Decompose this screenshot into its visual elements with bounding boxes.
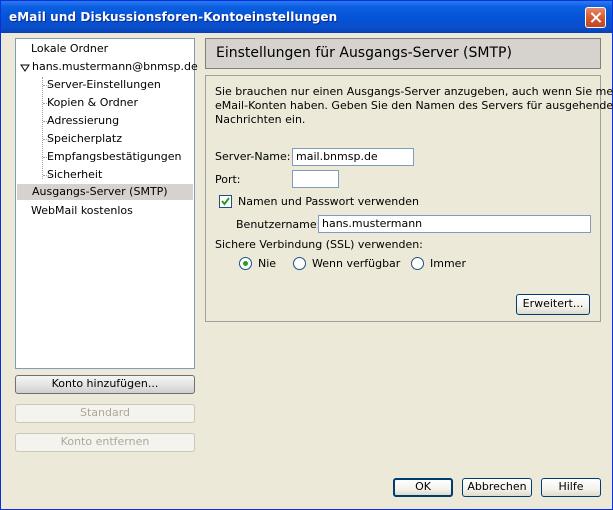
ssl-never-radio[interactable] [239,257,252,270]
smtp-settings-panel: Sie brauchen nur einen Ausgangs-Server a… [205,75,613,322]
advanced-button[interactable]: Erweitert... [516,294,590,315]
tree-item-server-settings[interactable]: Server-Einstellungen [47,77,161,93]
tree-item-disk-space[interactable]: Speicherplatz [47,131,122,147]
window-title: eMail und Diskussionsforen-Kontoeinstell… [9,10,338,24]
port-label: Port: [215,173,241,186]
ssl-always-label[interactable]: Immer [430,257,466,270]
tree-item-account[interactable]: hans.mustermann@bnmsp.de [32,59,198,75]
tree-item-local-folders[interactable]: Lokale Ordner [31,41,108,57]
account-tree[interactable]: Lokale Ordner hans.mustermann@bnmsp.de S… [15,38,198,369]
tree-item-copies-folders[interactable]: Kopien & Ordner [47,95,138,111]
checkmark-icon [221,197,230,206]
username-input[interactable]: hans.mustermann [318,215,591,233]
ok-button[interactable]: OK [393,478,453,497]
description-text: Nachrichten ein. [215,113,306,126]
tree-item-outgoing-server[interactable]: Ausgangs-Server (SMTP) [17,184,193,200]
cancel-button[interactable]: Abbrechen [462,478,532,497]
title-bar[interactable]: eMail und Diskussionsforen-Kontoeinstell… [1,1,612,33]
ssl-if-available-label[interactable]: Wenn verfügbar [312,257,400,270]
tree-item-security[interactable]: Sicherheit [47,167,102,183]
tree-connector [42,77,43,179]
remove-account-button[interactable]: Konto entfernen [15,433,195,452]
use-auth-checkbox[interactable] [219,195,232,208]
port-input[interactable] [292,170,339,188]
tree-item-addressing[interactable]: Adressierung [47,113,119,129]
help-button[interactable]: Hilfe [541,478,601,497]
tree-item-return-receipts[interactable]: Empfangsbestätigungen [47,149,182,165]
add-account-button[interactable]: Konto hinzufügen... [15,375,195,394]
description-text: eMail-Konten haben. Geben Sie den Namen … [215,99,613,112]
set-default-button[interactable]: Standard [15,404,195,423]
expand-triangle-icon[interactable] [20,63,30,73]
server-name-label: Server-Name: [215,150,291,163]
page-title: Einstellungen für Ausgangs-Server (SMTP) [216,45,512,61]
panel-header: Einstellungen für Ausgangs-Server (SMTP) [205,38,601,69]
tree-item-webmail[interactable]: WebMail kostenlos [31,203,133,219]
ssl-label: Sichere Verbindung (SSL) verwenden: [215,238,423,251]
description-text: Sie brauchen nur einen Ausgangs-Server a… [215,85,613,98]
username-label: Benutzername: [236,218,321,231]
ssl-always-radio[interactable] [411,257,424,270]
use-auth-label[interactable]: Namen und Passwort verwenden [238,195,419,208]
account-settings-dialog: eMail und Diskussionsforen-Kontoeinstell… [0,0,613,510]
server-name-input[interactable]: mail.bnmsp.de [292,148,414,166]
ssl-if-available-radio[interactable] [293,257,306,270]
ssl-never-label[interactable]: Nie [258,257,276,270]
close-icon[interactable] [585,7,606,28]
